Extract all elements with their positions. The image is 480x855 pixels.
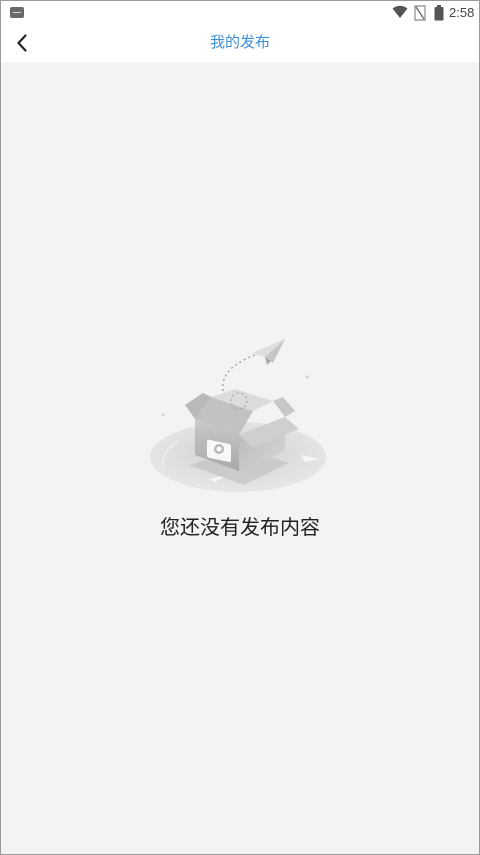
no-signal-icon [414,5,426,21]
app-screen: 2:58 我的发布 您还没有发布内容 [0,0,480,855]
page-title: 我的发布 [209,33,270,51]
status-bar: 2:58 [1,1,479,25]
top-bar: 我的发布 [1,25,479,62]
status-time: 2:58 [449,5,475,20]
empty-box-with-paper-plane-icon [150,339,326,492]
wifi-icon [392,5,408,18]
battery-icon [434,5,444,21]
notification-icon [10,7,24,18]
empty-state-message: 您还没有发布内容 [160,515,320,539]
